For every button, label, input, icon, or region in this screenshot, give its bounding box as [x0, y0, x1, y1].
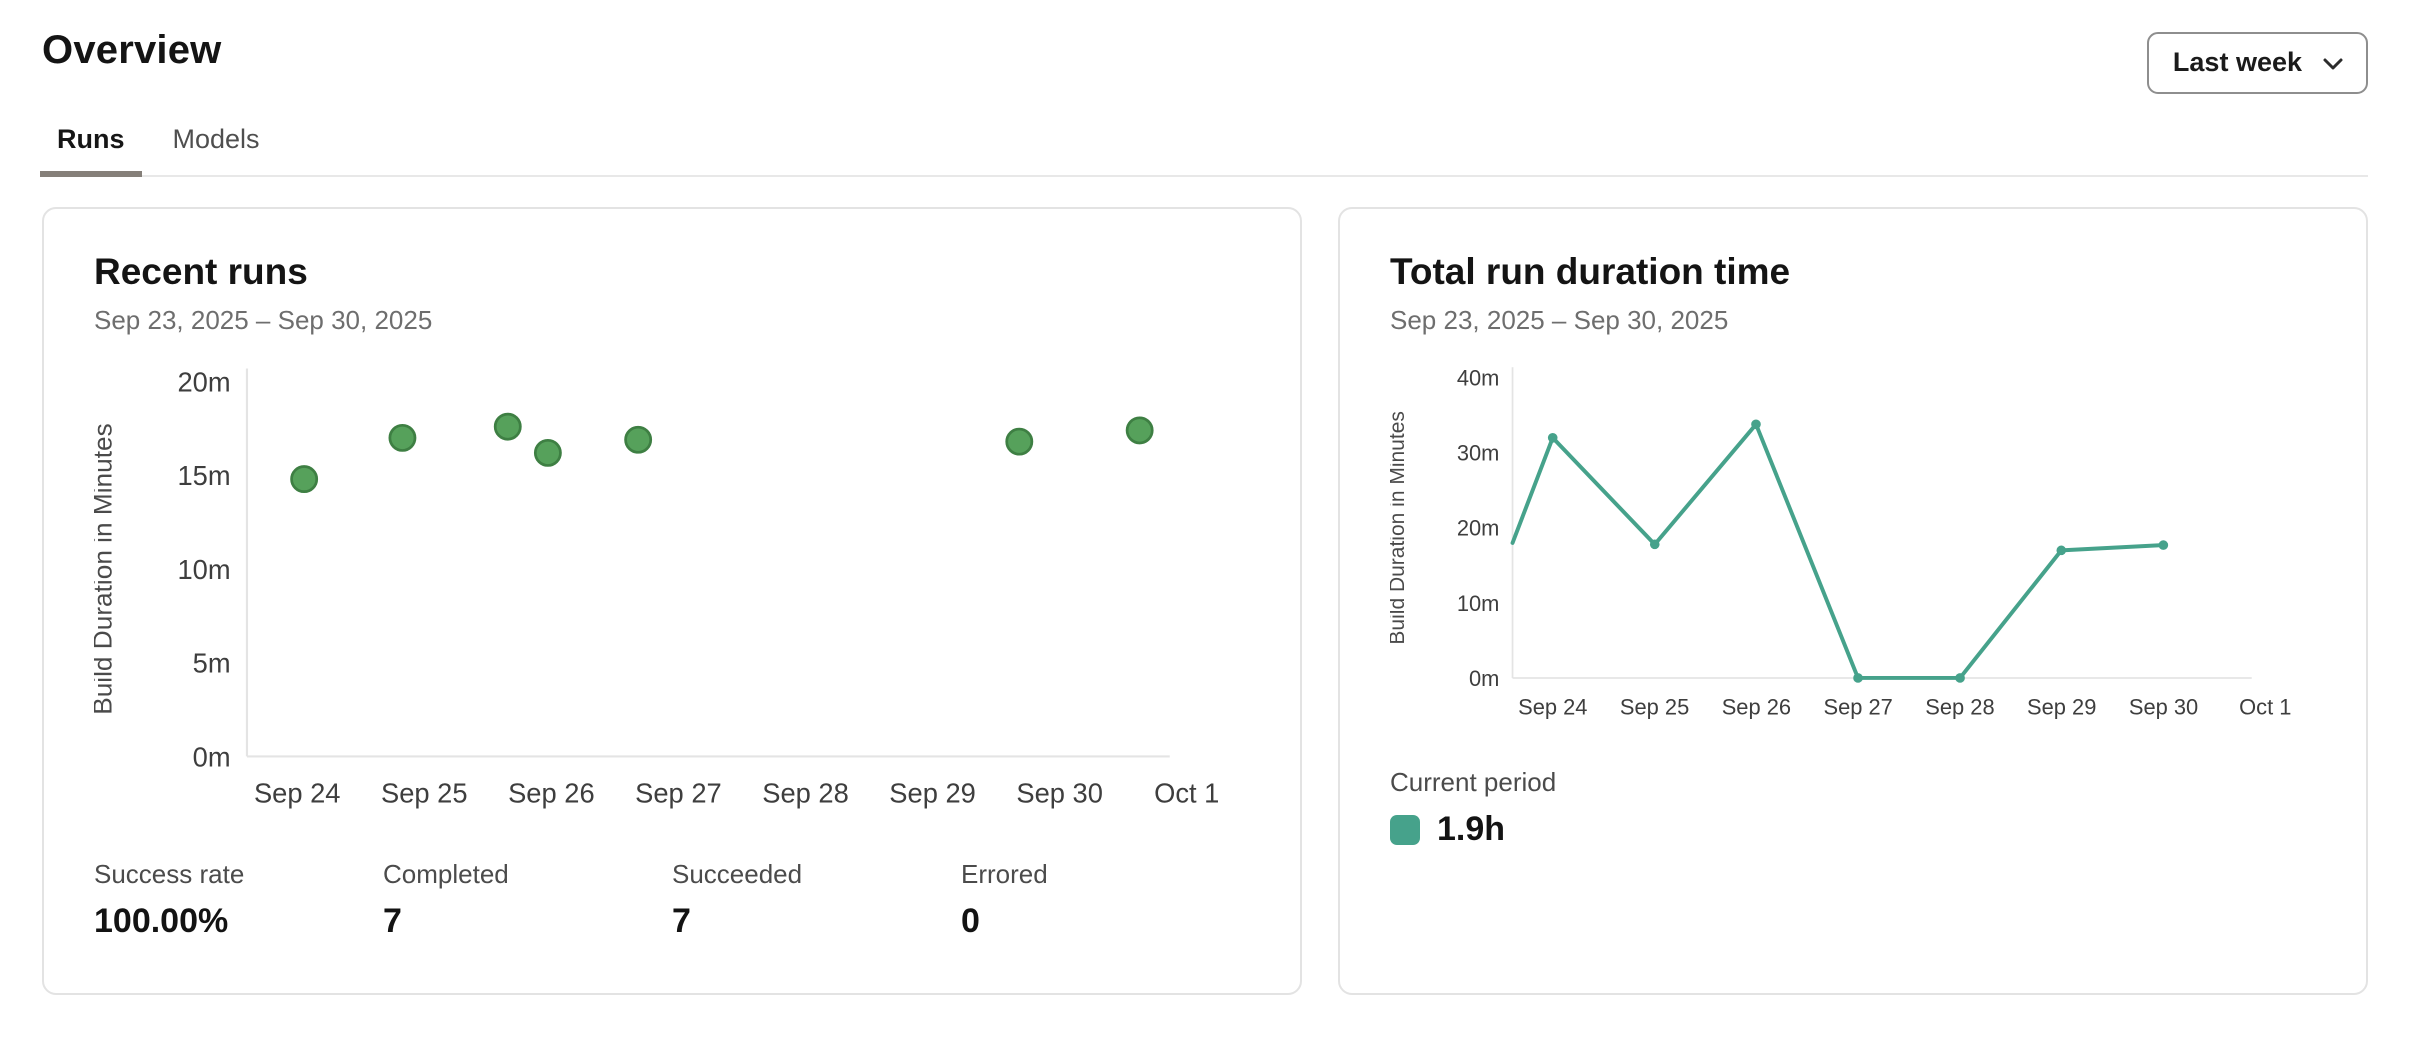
- y-axis-label: Build Duration in Minutes: [1390, 411, 1409, 644]
- x-tick-label: Sep 27: [1823, 695, 1892, 720]
- x-tick-label: Sep 29: [2027, 695, 2096, 720]
- total-run-duration-card: Total run duration time Sep 23, 2025 – S…: [1338, 207, 2368, 995]
- page-title: Overview: [42, 28, 222, 73]
- tab-models[interactable]: Models: [156, 124, 277, 177]
- x-tick-label: Sep 28: [762, 777, 849, 808]
- stat-label: Errored: [961, 859, 1250, 890]
- stat-succeeded: Succeeded 7: [672, 859, 961, 941]
- y-axis-label: Build Duration in Minutes: [94, 423, 117, 714]
- run-data-point[interactable]: [495, 414, 520, 439]
- run-data-point[interactable]: [1127, 418, 1152, 443]
- stat-label: Succeeded: [672, 859, 961, 890]
- x-tick-label: Sep 24: [254, 777, 341, 808]
- total-run-duration-line-plot: 0m 10m 20m 30m 40m Sep 24 Sep 25 Sep 26 Sep 27 Se…: [1390, 362, 2316, 733]
- dashboard-body: Recent runs Sep 23, 2025 – Sep 30, 2025 …: [42, 207, 2368, 995]
- recent-runs-card: Recent runs Sep 23, 2025 – Sep 30, 2025 …: [42, 207, 1302, 995]
- y-tick-label: 15m: [177, 460, 230, 491]
- y-tick-label: 10m: [1457, 591, 1500, 616]
- stat-value: 7: [672, 902, 961, 941]
- x-tick-label: Sep 30: [1016, 777, 1103, 808]
- stat-current-period: Current period 1.9h: [1390, 767, 1679, 849]
- x-tick-label: Sep 24: [1518, 695, 1587, 720]
- y-tick-label: 30m: [1457, 441, 1500, 466]
- total-run-duration-title: Total run duration time: [1390, 251, 2316, 293]
- period-dropdown[interactable]: Last week: [2147, 32, 2368, 94]
- current-period-swatch: [1390, 815, 1420, 845]
- x-tick-label: Oct 1: [2239, 695, 2291, 720]
- stat-label: Completed: [383, 859, 672, 890]
- legend-value: 1.9h: [1437, 810, 1505, 849]
- y-tick-label: 20m: [177, 367, 230, 398]
- line-data-point[interactable]: [1751, 419, 1761, 429]
- stat-value: 0: [961, 902, 1250, 941]
- x-tick-label: Sep 26: [508, 777, 595, 808]
- x-tick-label: Oct 1: [1154, 777, 1219, 808]
- run-data-point[interactable]: [292, 467, 317, 492]
- run-data-point[interactable]: [535, 440, 560, 465]
- recent-runs-chart: 0m 5m 10m 15m 20m Sep 24 Sep 25 Sep 26 Sep 27 Sep…: [94, 362, 1250, 825]
- x-tick-label: Sep 25: [1620, 695, 1689, 720]
- x-tick-label: Sep 27: [635, 777, 722, 808]
- stat-completed: Completed 7: [383, 859, 672, 941]
- tab-runs[interactable]: Runs: [40, 124, 142, 177]
- x-tick-label: Sep 30: [2129, 695, 2198, 720]
- stat-value: 100.00%: [94, 902, 383, 941]
- stat-label: Success rate: [94, 859, 383, 890]
- line-data-point[interactable]: [1955, 673, 1965, 683]
- page-header: Overview Last week: [0, 0, 2414, 94]
- stat-errored: Errored 0: [961, 859, 1250, 941]
- run-data-point[interactable]: [1007, 429, 1032, 454]
- run-data-point[interactable]: [390, 425, 415, 450]
- y-tick-label: 10m: [177, 554, 230, 585]
- x-tick-label: Sep 28: [1925, 695, 1994, 720]
- recent-runs-title: Recent runs: [94, 251, 1250, 293]
- period-dropdown-label: Last week: [2173, 47, 2302, 78]
- recent-runs-stats: Success rate 100.00% Completed 7 Succeed…: [94, 859, 1250, 941]
- legend-label: Current period: [1390, 767, 1679, 798]
- line-data-point[interactable]: [2159, 540, 2169, 550]
- chevron-down-icon: [2322, 57, 2344, 71]
- total-run-duration-date-range: Sep 23, 2025 – Sep 30, 2025: [1390, 305, 2316, 336]
- stat-value: 7: [383, 902, 672, 941]
- y-tick-label: 40m: [1457, 366, 1500, 391]
- y-tick-label: 0m: [193, 741, 231, 772]
- y-tick-label: 0m: [1469, 666, 1499, 691]
- run-data-point[interactable]: [626, 427, 651, 452]
- y-tick-label: 5m: [193, 648, 231, 679]
- line-data-point[interactable]: [1650, 540, 1660, 550]
- duration-legend: Current period 1.9h: [1390, 767, 2316, 849]
- recent-runs-date-range: Sep 23, 2025 – Sep 30, 2025: [94, 305, 1250, 336]
- line-data-point[interactable]: [2056, 546, 2066, 556]
- x-tick-label: Sep 26: [1722, 695, 1791, 720]
- line-data-point[interactable]: [1853, 673, 1863, 683]
- y-tick-label: 20m: [1457, 516, 1500, 541]
- x-tick-label: Sep 29: [889, 777, 976, 808]
- recent-runs-scatter-plot: 0m 5m 10m 15m 20m Sep 24 Sep 25 Sep 26 Sep 27 Sep…: [94, 362, 1250, 825]
- total-run-duration-chart: 0m 10m 20m 30m 40m Sep 24 Sep 25 Sep 26 Sep 27 Se…: [1390, 362, 2316, 733]
- tab-bar: Runs Models: [40, 124, 2368, 177]
- line-data-point[interactable]: [1548, 433, 1558, 443]
- stat-success-rate: Success rate 100.00%: [94, 859, 383, 941]
- x-tick-label: Sep 25: [381, 777, 468, 808]
